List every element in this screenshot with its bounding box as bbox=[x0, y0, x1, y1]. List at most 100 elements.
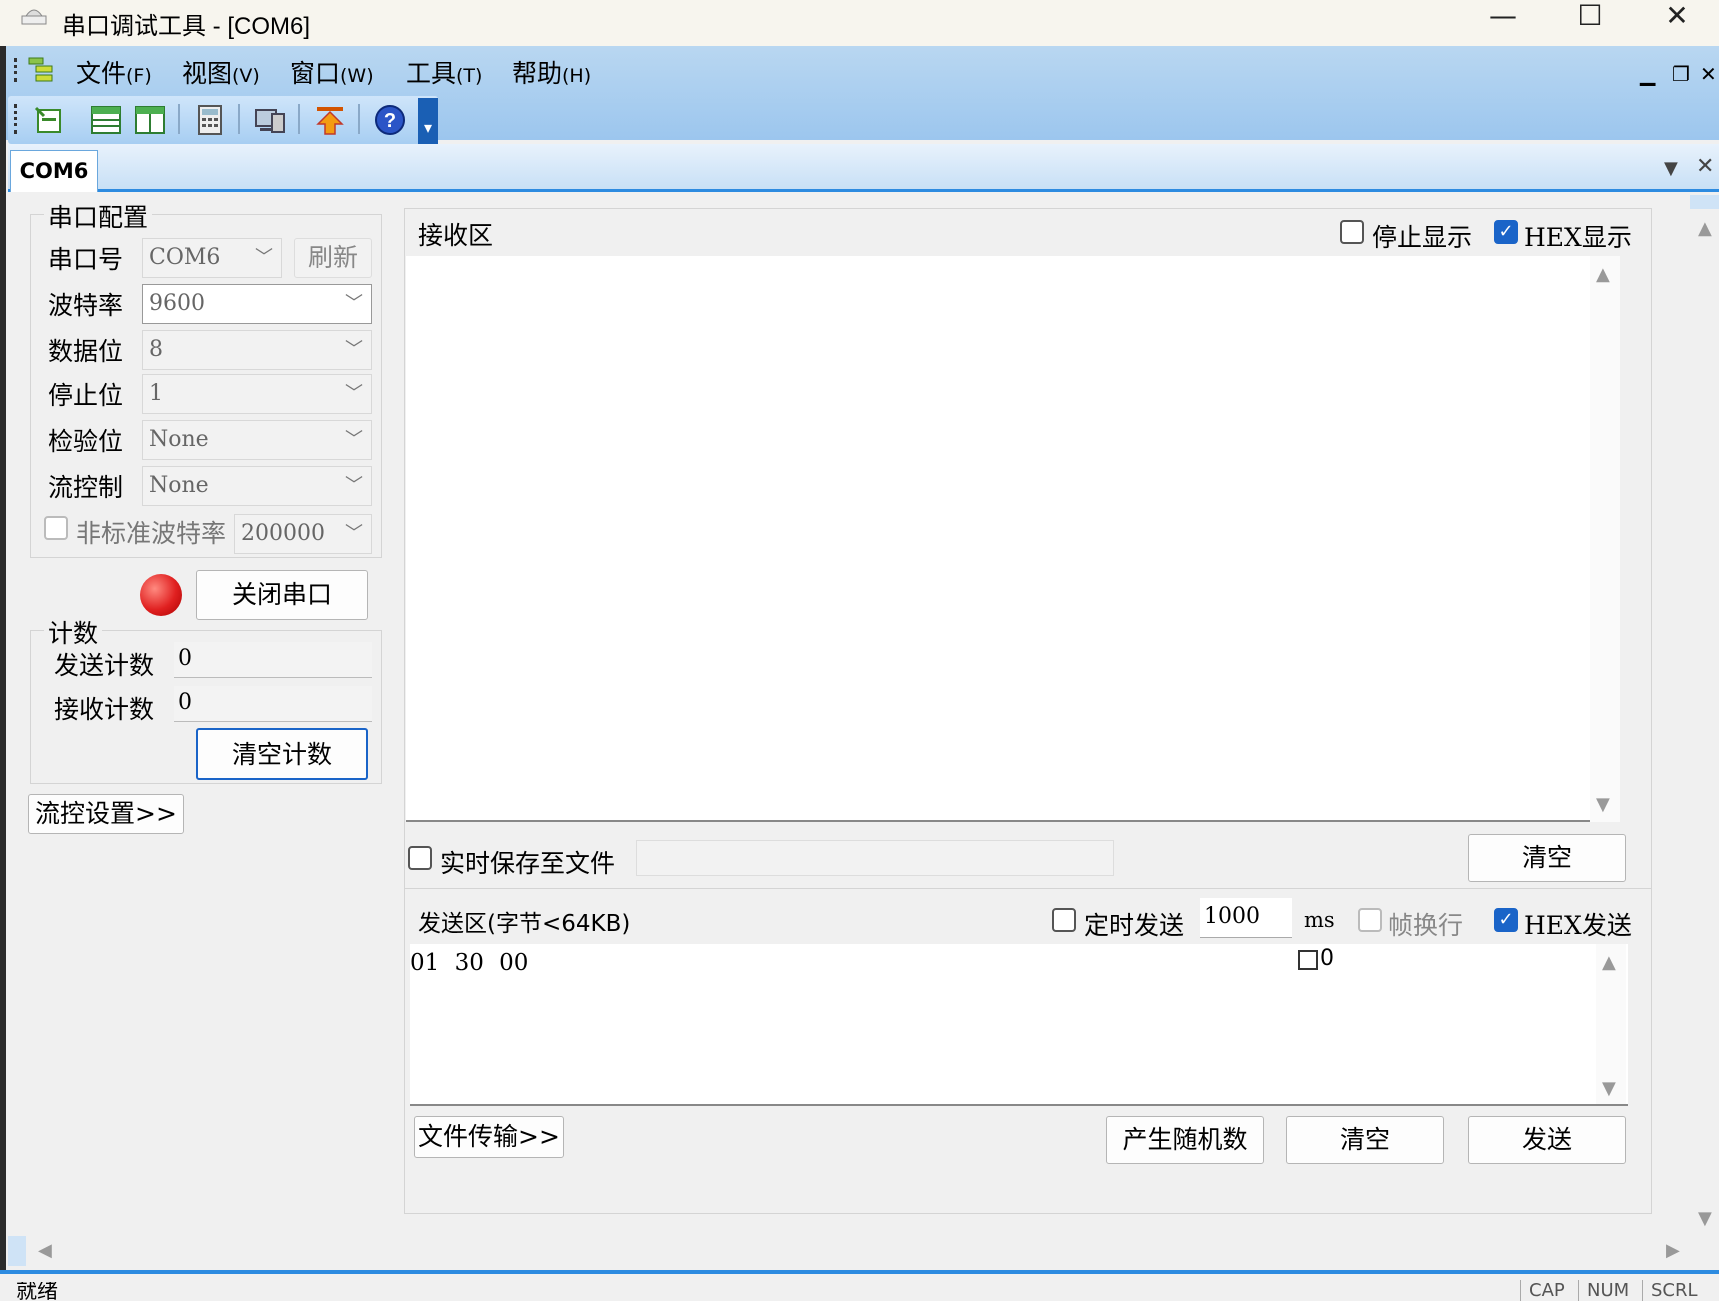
recv-count-label: 接收计数 bbox=[54, 695, 155, 724]
sent-count-field: 0 bbox=[174, 642, 372, 678]
horizontal-scrollbar[interactable] bbox=[8, 1236, 1690, 1266]
interval-input[interactable]: 1000 bbox=[1200, 898, 1292, 938]
app-icon bbox=[20, 4, 48, 30]
send-clear-button[interactable]: 清空 bbox=[1286, 1116, 1444, 1164]
horizontal-layout-icon[interactable] bbox=[90, 104, 122, 136]
receive-clear-button[interactable]: 清空 bbox=[1468, 834, 1626, 882]
toolbar-separator bbox=[298, 104, 300, 134]
send-marker-box bbox=[1298, 950, 1318, 970]
timed-send-checkbox[interactable] bbox=[1052, 908, 1076, 932]
serial-config-legend: 串口配置 bbox=[44, 198, 153, 234]
maximize-button[interactable]: ☐ bbox=[1555, 0, 1625, 36]
toolbar-separator bbox=[358, 104, 360, 134]
send-title: 发送区(字节<64KB) bbox=[418, 911, 631, 937]
interval-unit: ms bbox=[1304, 908, 1335, 932]
mdi-minimize-button[interactable]: ▁ bbox=[1640, 62, 1655, 86]
document-tabstrip bbox=[8, 144, 1719, 192]
stop-display-checkbox[interactable] bbox=[1340, 220, 1364, 244]
tab-menu-arrow[interactable]: ▼ bbox=[1664, 158, 1678, 179]
send-scroll-up-icon[interactable]: ▲ bbox=[1602, 952, 1616, 973]
parity-select[interactable]: None ﹀ bbox=[142, 420, 372, 460]
random-button[interactable]: 产生随机数 bbox=[1106, 1116, 1264, 1164]
menu-window[interactable]: 窗口(W) bbox=[290, 54, 374, 90]
vertical-scroll-thumb[interactable] bbox=[1690, 195, 1719, 209]
send-content: 01 30 00 bbox=[410, 950, 529, 976]
sent-count-label: 发送计数 bbox=[54, 651, 155, 680]
svg-text:?: ? bbox=[384, 110, 396, 132]
mdi-restore-button[interactable]: ❐ bbox=[1672, 62, 1690, 86]
hex-display-label: HEX显示 bbox=[1524, 223, 1632, 252]
horizontal-scroll-thumb[interactable] bbox=[8, 1236, 26, 1266]
vscroll-down-icon[interactable]: ▼ bbox=[1698, 1208, 1712, 1229]
receive-scroll-down-icon[interactable]: ▼ bbox=[1596, 794, 1610, 815]
frame-newline-checkbox[interactable] bbox=[1358, 908, 1382, 932]
status-num: NUM bbox=[1578, 1280, 1642, 1301]
clear-count-button[interactable]: 清空计数 bbox=[196, 728, 368, 780]
new-document-icon[interactable] bbox=[32, 104, 64, 136]
flow-select[interactable]: None ﹀ bbox=[142, 466, 372, 506]
mdi-close-button[interactable]: ✕ bbox=[1700, 62, 1717, 86]
save-to-file-checkbox[interactable] bbox=[408, 846, 432, 870]
databits-label: 数据位 bbox=[48, 337, 124, 366]
menu-tools[interactable]: 工具(T) bbox=[406, 54, 482, 90]
receive-scrollbar[interactable] bbox=[1590, 256, 1620, 822]
receive-textarea[interactable] bbox=[406, 256, 1620, 822]
baud-select[interactable]: 9600 ﹀ bbox=[142, 284, 372, 324]
flow-label: 流控制 bbox=[48, 473, 124, 502]
upload-icon[interactable] bbox=[314, 104, 346, 136]
status-cap: CAP bbox=[1520, 1280, 1578, 1301]
hex-send-label: HEX发送 bbox=[1524, 911, 1632, 940]
port-label: 串口号 bbox=[48, 245, 124, 274]
menu-help[interactable]: 帮助(H) bbox=[512, 54, 591, 90]
port-status-indicator bbox=[140, 574, 182, 616]
vertical-scrollbar[interactable] bbox=[1690, 195, 1719, 1233]
calculator-icon[interactable] bbox=[194, 104, 226, 136]
nonstd-baud-select[interactable]: 200000 ﹀ bbox=[234, 514, 372, 554]
stopbits-label: 停止位 bbox=[48, 381, 124, 410]
count-legend: 计数 bbox=[44, 614, 103, 650]
hscroll-right-icon[interactable]: ▶ bbox=[1666, 1240, 1680, 1261]
file-transfer-button[interactable]: 文件传输>> bbox=[414, 1116, 564, 1158]
close-button[interactable]: ✕ bbox=[1642, 0, 1712, 36]
menu-grip-icon bbox=[14, 58, 18, 82]
port-select[interactable]: COM6 ﹀ bbox=[142, 238, 282, 278]
receive-title: 接收区 bbox=[418, 221, 494, 250]
hex-display-checkbox[interactable]: ✓ bbox=[1494, 220, 1518, 244]
baud-label: 波特率 bbox=[48, 291, 124, 320]
hscroll-left-icon[interactable]: ◀ bbox=[38, 1240, 52, 1261]
nonstd-baud-label: 非标准波特率 bbox=[76, 519, 227, 548]
frame-newline-label: 帧换行 bbox=[1388, 911, 1464, 940]
stop-display-label: 停止显示 bbox=[1372, 223, 1473, 252]
refresh-button[interactable]: 刷新 bbox=[294, 238, 372, 278]
minimize-button[interactable]: — bbox=[1468, 0, 1538, 36]
send-marker-text: 0 bbox=[1320, 946, 1334, 971]
tab-com6[interactable]: COM6 bbox=[10, 150, 98, 192]
tab-close-button[interactable]: ✕ bbox=[1696, 154, 1714, 179]
toolbar-overflow-button[interactable]: ▾ bbox=[418, 98, 438, 146]
window-left-border bbox=[0, 46, 6, 1276]
vertical-layout-icon[interactable] bbox=[134, 104, 166, 136]
databits-select[interactable]: 8 ﹀ bbox=[142, 330, 372, 370]
timed-send-label: 定时发送 bbox=[1084, 911, 1185, 940]
nonstd-baud-checkbox[interactable] bbox=[44, 516, 68, 540]
flow-settings-button[interactable]: 流控设置>> bbox=[28, 794, 184, 834]
menu-view[interactable]: 视图(V) bbox=[182, 54, 260, 90]
save-file-path-field[interactable] bbox=[636, 840, 1114, 876]
window-title: 串口调试工具 - [COM6] bbox=[62, 13, 311, 40]
send-button[interactable]: 发送 bbox=[1468, 1116, 1626, 1164]
menu-file[interactable]: 文件(F) bbox=[76, 54, 152, 90]
send-textarea[interactable]: 01 30 00 bbox=[410, 944, 1628, 1106]
send-scroll-down-icon[interactable]: ▼ bbox=[1602, 1078, 1616, 1099]
toolbar-separator bbox=[238, 104, 240, 134]
toolbar-separator bbox=[178, 104, 180, 134]
hex-send-checkbox[interactable]: ✓ bbox=[1494, 908, 1518, 932]
computer-icon[interactable] bbox=[254, 104, 286, 136]
mdi-document-icon bbox=[28, 56, 54, 84]
stopbits-select[interactable]: 1 ﹀ bbox=[142, 374, 372, 414]
help-icon[interactable]: ? bbox=[374, 104, 406, 136]
receive-scroll-up-icon[interactable]: ▲ bbox=[1596, 264, 1610, 285]
close-port-button[interactable]: 关闭串口 bbox=[196, 570, 368, 620]
toolbar-grip-icon bbox=[14, 104, 18, 134]
send-divider bbox=[404, 888, 1652, 889]
vscroll-up-icon[interactable]: ▲ bbox=[1698, 218, 1712, 239]
